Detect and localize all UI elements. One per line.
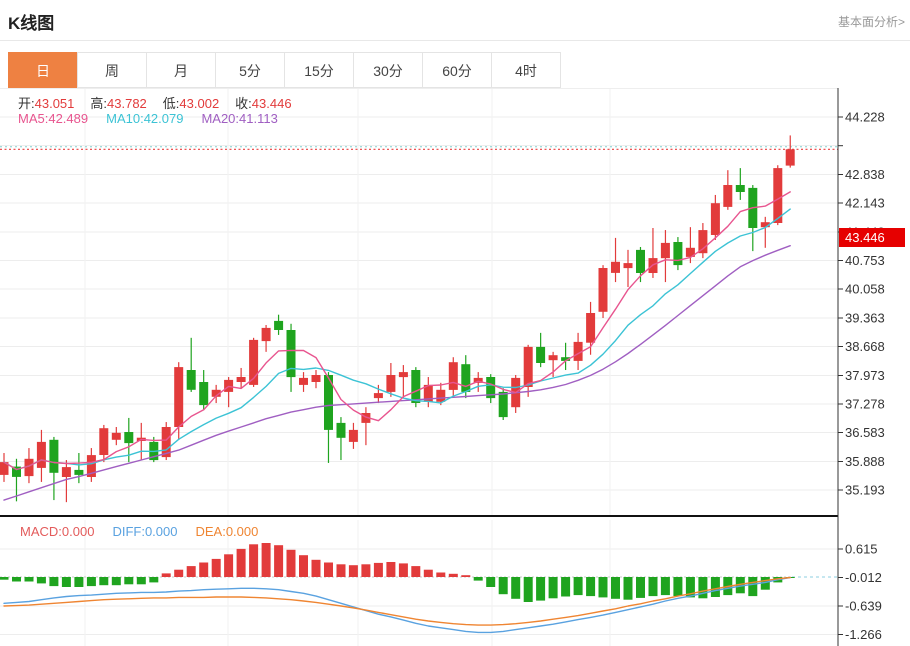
axis-tick-label: 42.838 [845,167,885,182]
tab-m30[interactable]: 30分 [353,52,423,88]
axis-tick-label: 36.583 [845,425,885,440]
axis-tick-label: -0.639 [845,599,882,614]
legend-item: MA20:41.113 [201,111,277,126]
legend-item: 低:43.002 [163,93,219,112]
legend-item: 收:43.446 [235,93,291,112]
legend-item: MACD:0.000 [20,524,94,539]
macd-legend: MACD:0.000 DIFF:0.000 DEA:0.000 [20,524,258,539]
tab-day[interactable]: 日 [8,52,78,88]
axis-tick-label: 0.615 [845,542,878,557]
axis-tick-label: 37.973 [845,368,885,383]
axis-tick-label: 40.753 [845,253,885,268]
legend-item: DIFF:0.000 [112,524,177,539]
axis-tick-label: 39.363 [845,310,885,325]
page-title: K线图 [8,9,54,34]
axis-tick-label: 38.668 [845,339,885,354]
axis-tick-label: 44.228 [845,110,885,125]
tab-week[interactable]: 周 [77,52,147,88]
gridlines [0,88,838,646]
pane-divider [0,515,838,517]
macd-lines-layer [4,578,790,633]
axis-tick-label: 40.058 [845,282,885,297]
legend-item: MA10:42.079 [106,111,183,126]
axis-tick-label: -1.266 [845,627,882,642]
kline-app: K线图 基本面分析> 日周月5分15分30分60分4时 44.228 42.838… [0,0,910,646]
fundamental-analysis-link[interactable]: 基本面分析> [838,13,905,30]
ma-legend: MA5:42.489 MA10:42.079 MA20:41.113 [18,111,278,126]
kline-chart-svg[interactable]: 44.22842.83842.14341.44840.75340.05839.3… [0,88,910,646]
header-divider [0,40,910,41]
legend-item: 开:43.051 [18,93,74,112]
axis-tick-label: 42.143 [845,196,885,211]
axis-tick-label: 35.888 [845,454,885,469]
tab-h4[interactable]: 4时 [491,52,561,88]
price-axis: 44.22842.83842.14341.44840.75340.05839.3… [838,88,885,646]
candlestick-layer[interactable] [0,135,795,502]
axis-tick-label: 35.193 [845,483,885,498]
tab-m5[interactable]: 5分 [215,52,285,88]
legend-item: MA5:42.489 [18,111,88,126]
tab-m60[interactable]: 60分 [422,52,492,88]
legend-item: 高:43.782 [90,93,146,112]
tab-month[interactable]: 月 [146,52,216,88]
current-price-badge: 43.446 [839,228,905,247]
current-price-line [0,147,838,150]
kline-chart-area[interactable]: 44.22842.83842.14341.44840.75340.05839.3… [0,88,910,646]
axis-tick-label: 37.278 [845,397,885,412]
tab-m15[interactable]: 15分 [284,52,354,88]
ohlc-legend: 开:43.051 高:43.782 低:43.002 收:43.446 [18,93,292,112]
ma-lines-layer [4,192,790,500]
interval-tab-bar: 日周月5分15分30分60分4时 [8,52,561,88]
axis-tick-label: -0.012 [845,570,882,585]
legend-item: DEA:0.000 [195,524,258,539]
